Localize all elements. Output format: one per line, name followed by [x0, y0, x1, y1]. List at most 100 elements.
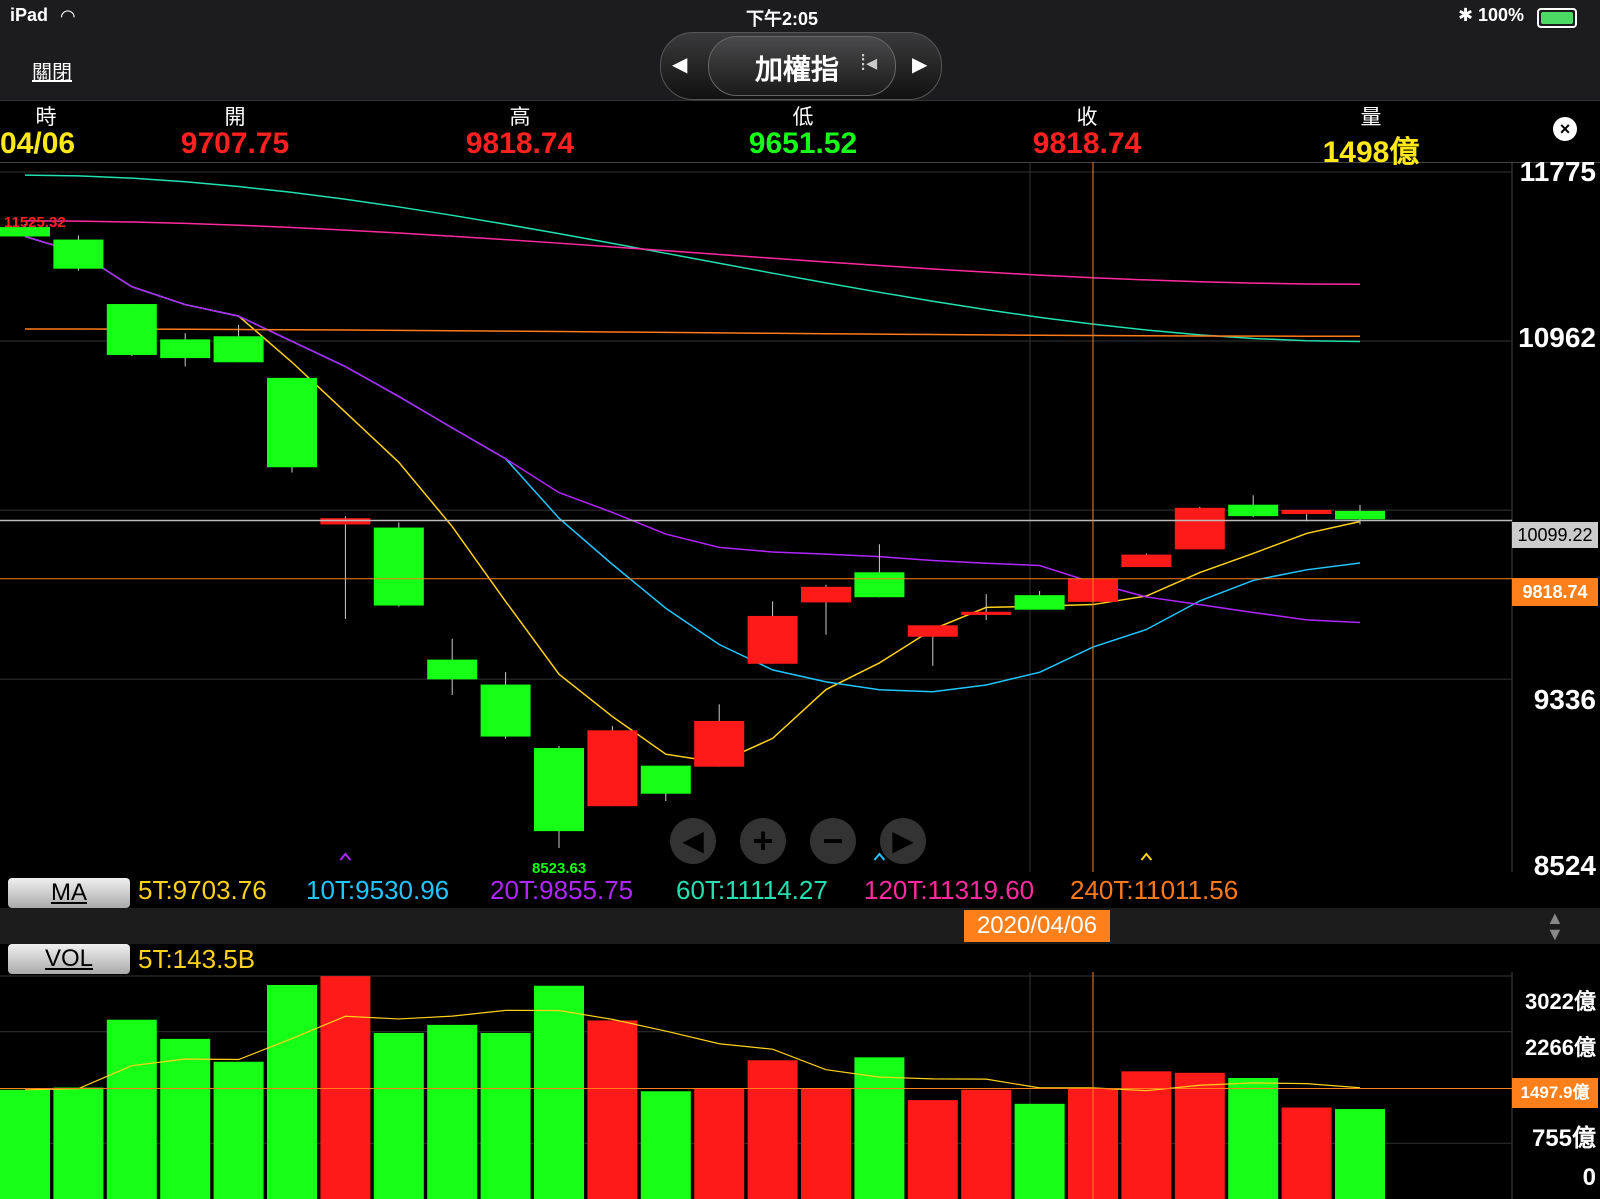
candle-body — [801, 586, 851, 603]
zoom-out-icon[interactable]: − — [810, 818, 856, 864]
ma-120-line — [24, 220, 1361, 286]
candle-body — [320, 518, 371, 525]
vol-current-tag: 1497.9億 — [1512, 1078, 1598, 1108]
volume-bar — [961, 1089, 1012, 1199]
vol-button[interactable]: VOL — [8, 944, 130, 974]
ma-240-line — [24, 328, 1361, 338]
device-label: iPad — [10, 5, 49, 25]
bluetooth-icon: ✱ — [1458, 5, 1474, 25]
candle-body — [1281, 509, 1332, 515]
crosshair — [0, 162, 1512, 872]
price-axis-label: 11775 — [1519, 156, 1596, 187]
volume-bar — [480, 1032, 531, 1199]
volume-bar — [373, 1032, 424, 1199]
volume-bar — [587, 1020, 638, 1199]
candle-body — [53, 239, 104, 269]
candle-body — [747, 615, 798, 664]
volume-bar — [53, 1087, 104, 1199]
resize-handle-icon[interactable]: ▲ ▼ — [1546, 909, 1564, 943]
candle-body — [213, 336, 264, 363]
candle-body — [1121, 554, 1172, 568]
vol-axis-label: 0 — [1582, 1164, 1596, 1191]
volume-bar — [907, 1100, 958, 1199]
volume-bar — [854, 1057, 905, 1199]
volume-bar — [213, 1061, 264, 1199]
switch-icon[interactable]: ⁞◂ — [860, 50, 877, 76]
candle-body — [640, 765, 691, 794]
volume-bar — [1014, 1103, 1065, 1199]
candle-body — [106, 304, 157, 355]
close-price-tag: 9818.74 — [1512, 578, 1598, 606]
candle-body — [267, 377, 317, 468]
candle-body — [160, 339, 211, 359]
volume-bar — [106, 1019, 157, 1199]
volume-bar — [640, 1091, 691, 1199]
pan-right-icon[interactable]: ▶ — [880, 818, 926, 864]
candle-body — [587, 730, 638, 807]
prev-index-icon[interactable]: ◀ — [672, 52, 687, 77]
candle-body — [854, 572, 905, 598]
current-price-tag: 10099.22 — [1512, 522, 1598, 548]
zoom-in-icon[interactable]: + — [740, 818, 786, 864]
close-icon[interactable]: × — [1553, 117, 1577, 141]
price-axis-label: 8524 — [1533, 850, 1596, 881]
ma-cross-marker — [339, 852, 352, 861]
close-value: 9818.74 — [1032, 127, 1142, 160]
price-axis-label: 10962 — [1518, 322, 1596, 353]
ma-120-label: 120T:11319.60 — [864, 875, 1035, 905]
candle-body — [373, 527, 424, 606]
index-name: 加權指 — [755, 54, 840, 85]
candle-body — [480, 684, 531, 737]
ma-240-label: 240T:11011.56 — [1070, 875, 1239, 905]
volume-bar — [1335, 1108, 1385, 1199]
candle-body — [1174, 507, 1225, 550]
price-axis-label: 9336 — [1533, 684, 1596, 715]
volume-bar — [534, 985, 584, 1199]
vol-ma-label: 5T:143.5B — [138, 944, 256, 974]
ma-60-label: 60T:11114.27 — [676, 875, 828, 905]
candlesticks — [0, 223, 1385, 848]
moving-average-lines — [24, 174, 1361, 764]
volume-bar — [747, 1060, 798, 1199]
volume-bar — [1281, 1107, 1332, 1199]
ma-10-line — [24, 235, 1361, 693]
volume-bar — [160, 1038, 211, 1199]
date-strip — [0, 908, 1600, 944]
volume-bar — [320, 976, 371, 1199]
candle-body — [1014, 595, 1065, 610]
time-value: 04/06 — [0, 127, 76, 160]
volume-bar — [427, 1024, 478, 1199]
candle-body — [427, 659, 478, 680]
ma-10-label: 10T:9530.96 — [306, 875, 450, 905]
candle-body — [694, 720, 745, 767]
battery-percent: 100% — [1478, 5, 1525, 25]
date-tag: 2020/04/06 — [964, 910, 1110, 942]
open-value: 9707.75 — [180, 127, 290, 160]
candle-body — [961, 611, 1012, 615]
clock: 下午2:05 — [746, 9, 819, 29]
price-grid — [0, 162, 1513, 872]
close-button[interactable]: 關閉 — [32, 56, 72, 85]
volume-bar — [0, 1089, 50, 1199]
ma-5-label: 5T:9703.76 — [138, 875, 267, 905]
low-value: 9651.52 — [748, 127, 858, 160]
ma-5-line — [24, 235, 1361, 764]
candle-body — [907, 625, 958, 637]
volume-bar — [1228, 1077, 1279, 1199]
ma-button[interactable]: MA — [8, 878, 130, 908]
volume-chart[interactable] — [0, 972, 1600, 1199]
pan-left-icon[interactable]: ◀ — [670, 818, 716, 864]
vol-axis-label: 3022億 — [1525, 989, 1596, 1014]
next-index-icon[interactable]: ▶ — [912, 52, 927, 77]
high-value: 9818.74 — [465, 127, 575, 160]
vol-axis-label: 755億 — [1531, 1125, 1596, 1152]
vol-axis-label: 2266億 — [1525, 1035, 1596, 1060]
ma-cross-marker — [873, 852, 886, 861]
volume-bar — [801, 1088, 851, 1199]
battery-icon — [1537, 8, 1577, 28]
candle-body — [534, 747, 584, 832]
wifi-icon: ◠ — [60, 6, 76, 26]
price-chart[interactable] — [0, 162, 1600, 872]
candle-body — [1228, 504, 1279, 517]
high-marker: 11525.32 — [4, 214, 66, 231]
